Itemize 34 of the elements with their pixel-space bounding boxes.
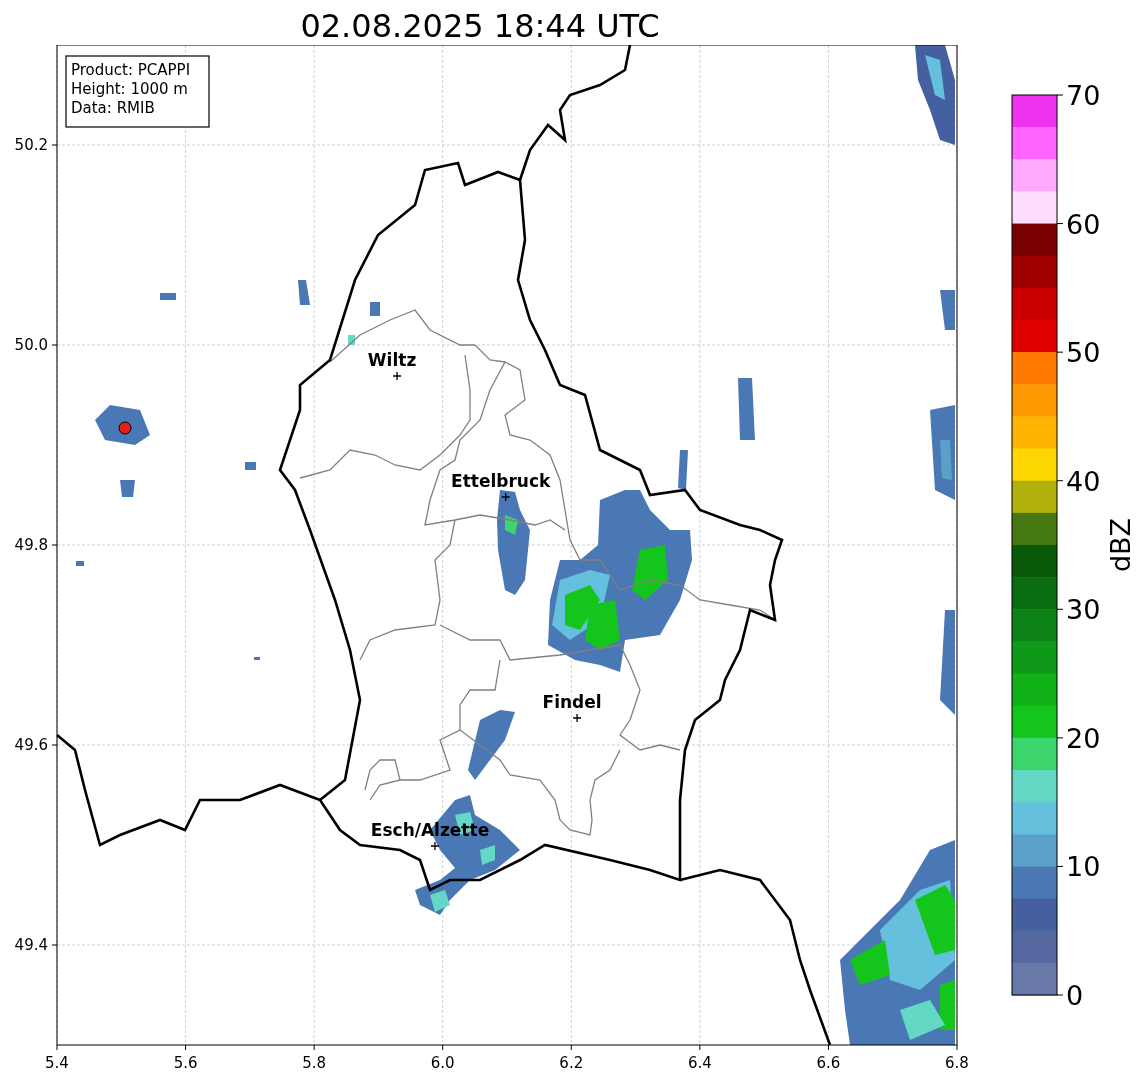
colorbar-tick-label: 40 (1066, 465, 1101, 497)
info-text: Height: 1000 m (71, 80, 188, 98)
city-label: Wiltz (367, 350, 417, 370)
axis-tick-label: 50.2 (14, 136, 48, 154)
colorbar-tick-label: 30 (1066, 594, 1101, 626)
axis-tick-label: 49.8 (14, 536, 48, 554)
colorbar-tick-label: 20 (1066, 722, 1101, 754)
axis-tick-label: 50.0 (14, 336, 48, 354)
axis-tick-label: 5.4 (45, 1054, 69, 1072)
axis-tick-label: 49.6 (14, 736, 48, 754)
city-marker-icon (501, 492, 511, 502)
axis-tick-label: 6.0 (430, 1054, 455, 1072)
colorbar-tick-label: 0 (1066, 980, 1084, 1011)
info-text: Data: RMIB (71, 99, 155, 117)
colorbar-tick-label: 10 (1066, 851, 1101, 883)
axis-tick-label: 6.4 (687, 1054, 712, 1072)
axis-tick-label: 5.6 (173, 1054, 198, 1072)
axis-tick-label: 6.6 (816, 1054, 841, 1072)
radar-site-icon (118, 421, 132, 435)
city-marker-icon (430, 841, 440, 851)
axis-tick-label: 49.4 (14, 936, 48, 954)
city-marker-icon (392, 371, 402, 381)
colorbar-tick-label: 50 (1066, 337, 1101, 369)
city-marker-icon (572, 713, 582, 723)
colorbar-tick-label: 70 (1066, 80, 1101, 111)
city-label: Findel (542, 692, 602, 712)
chart-title: 02.08.2025 18:44 UTC (299, 6, 661, 45)
colorbar-tick-label: 60 (1066, 208, 1101, 240)
axis-tick-label: 6.8 (945, 1054, 969, 1072)
axis-tick-label: 5.8 (302, 1054, 327, 1072)
axis-tick-label: 6.2 (559, 1054, 584, 1072)
colorbar-label: dBZ (1105, 517, 1136, 573)
info-text: Product: PCAPPI (71, 61, 191, 79)
city-label: Ettelbruck (451, 471, 551, 491)
